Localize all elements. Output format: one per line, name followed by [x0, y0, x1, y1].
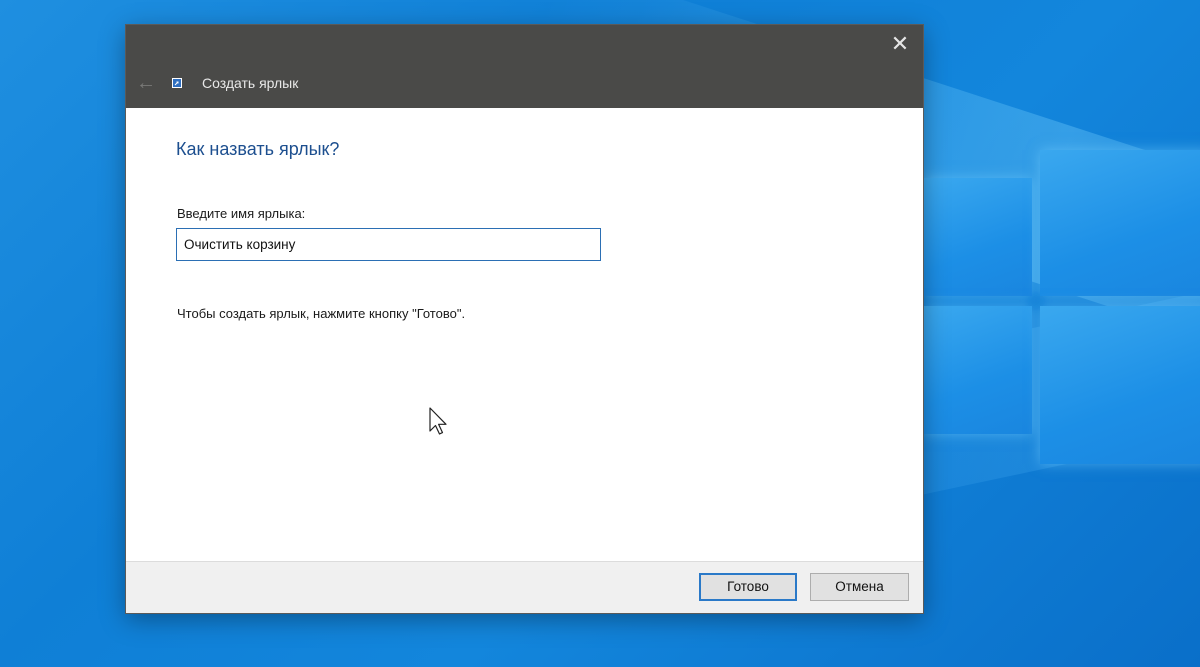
mouse-pointer-icon: [429, 407, 447, 435]
window-title: Создать ярлык: [202, 75, 299, 91]
shortcut-name-input[interactable]: [176, 228, 601, 261]
finish-button[interactable]: Готово: [699, 573, 797, 601]
back-button[interactable]: ←: [134, 71, 158, 95]
back-arrow-icon: ←: [136, 72, 156, 94]
windows-logo-pane: [924, 178, 1032, 296]
windows-logo-pane: [1040, 150, 1200, 296]
close-button[interactable]: ✕: [877, 25, 923, 65]
instruction-text: Чтобы создать ярлык, нажмите кнопку "Гот…: [177, 306, 466, 321]
create-shortcut-dialog: ✕ ← Создать ярлык Как назвать ярлык? Вве…: [126, 25, 923, 613]
shortcut-wizard-icon: [172, 78, 182, 88]
windows-logo-pane: [924, 306, 1032, 434]
windows-logo-pane: [1040, 306, 1200, 464]
title-bar: ✕ ← Создать ярлык: [126, 25, 923, 108]
close-icon: ✕: [890, 31, 910, 56]
cancel-button[interactable]: Отмена: [810, 573, 909, 601]
dialog-footer: Готово Отмена: [126, 561, 923, 613]
shortcut-name-label: Введите имя ярлыка:: [177, 206, 306, 221]
page-heading: Как назвать ярлык?: [176, 139, 340, 159]
